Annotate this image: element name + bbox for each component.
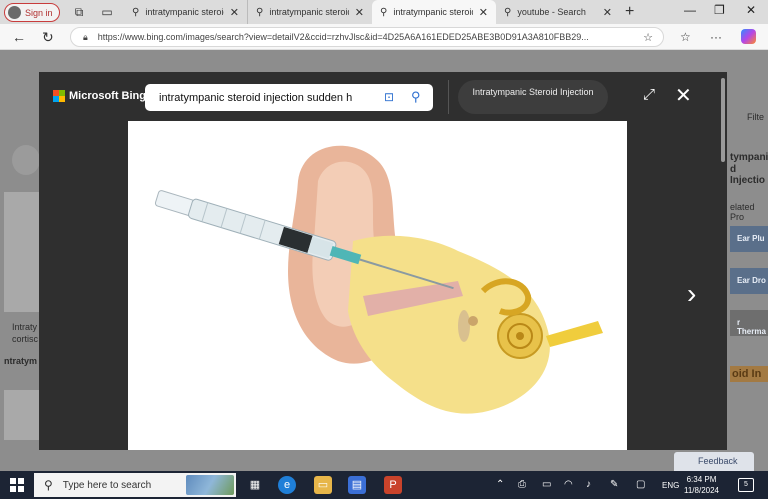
- copilot-icon[interactable]: [741, 29, 756, 44]
- bing-brand[interactable]: Microsoft Bing: [53, 90, 146, 102]
- divider: [448, 80, 449, 114]
- search-icon: ⚲: [44, 478, 53, 492]
- language-indicator[interactable]: ENG: [662, 481, 679, 490]
- lock-icon: 🔒︎: [83, 31, 88, 42]
- taskbar-search-placeholder: Type here to search: [62, 479, 152, 491]
- tab-3-active[interactable]: ⚲ intratympanic steroid ✕: [372, 0, 496, 24]
- image-viewer: Microsoft Bing intratympanic steroid inj…: [39, 72, 727, 450]
- search-icon: ⚲: [256, 6, 264, 18]
- clock-date: 11/8/2024: [684, 486, 719, 495]
- tab-4[interactable]: ⚲ youtube - Search ✕: [496, 0, 620, 24]
- minimize-icon[interactable]: —: [684, 3, 696, 17]
- tab-strip: Sign in ⧉ ▭ ⚲ intratympanic steroid ✕ ⚲ …: [0, 0, 768, 24]
- bg-caption: ntratym: [4, 356, 38, 366]
- new-tab-button[interactable]: +: [625, 3, 634, 21]
- keyboard-icon[interactable]: ▢: [636, 479, 645, 490]
- search-highlight-image: [186, 475, 234, 495]
- tab-2[interactable]: ⚲ intratympanic steroid ✕: [248, 0, 372, 24]
- show-hidden-icons[interactable]: ⌃: [496, 479, 504, 490]
- profile-label: Sign in: [25, 7, 53, 18]
- avatar: [8, 6, 21, 19]
- store-icon[interactable]: ▤: [348, 476, 366, 494]
- related-item[interactable]: Ear Dro: [730, 268, 768, 294]
- restore-icon[interactable]: ❐: [714, 3, 725, 17]
- related-item[interactable]: Ear Plu: [730, 226, 768, 252]
- scrollbar[interactable]: [721, 78, 725, 162]
- next-image-icon[interactable]: ›: [687, 278, 696, 310]
- search-icon: ⚲: [380, 6, 388, 18]
- tab-label: intratympanic steroid: [269, 7, 349, 17]
- clock-time: 6:34 PM: [686, 475, 717, 484]
- profile-button[interactable]: Sign in: [4, 3, 60, 22]
- search-icon: ⚲: [132, 6, 140, 18]
- powerpoint-icon[interactable]: P: [384, 476, 402, 494]
- feedback-button[interactable]: Feedback: [674, 452, 754, 471]
- brand-label: Microsoft Bing: [69, 90, 146, 102]
- bg-caption: cortisc: [12, 334, 39, 344]
- workspaces-icon[interactable]: ⧉: [72, 5, 86, 19]
- related-item[interactable]: r Therma: [730, 310, 768, 336]
- bg-banner: oid In: [730, 366, 768, 382]
- device-icon[interactable]: ⎙: [518, 479, 526, 490]
- taskbar: ⚲ Type here to search ▦ e ▭ ▤ P ⌃ ⎙ ▭ ◠ …: [0, 471, 768, 499]
- clock[interactable]: 6:34 PM 11/8/2024: [684, 474, 719, 496]
- refresh-icon[interactable]: ↻: [42, 29, 54, 46]
- file-explorer-icon[interactable]: ▭: [314, 476, 332, 494]
- bg-thumbnail[interactable]: [4, 192, 40, 312]
- taskbar-search-input[interactable]: ⚲ Type here to search: [34, 473, 236, 497]
- tab-actions-icon[interactable]: ▭: [100, 5, 114, 19]
- address-bar-row: ← ↻ 🔒︎ https://www.bing.com/images/searc…: [0, 24, 768, 50]
- back-icon[interactable]: ←: [12, 29, 26, 45]
- task-view-icon[interactable]: ▦: [246, 476, 264, 494]
- tab-label: intratympanic steroid: [393, 7, 473, 17]
- notification-center-icon[interactable]: 5: [738, 478, 754, 492]
- close-tab-icon[interactable]: ✕: [230, 6, 239, 19]
- image-title-pill[interactable]: Intratympanic Steroid Injection: [458, 80, 608, 114]
- close-tab-icon[interactable]: ✕: [479, 6, 488, 19]
- url-field[interactable]: 🔒︎ https://www.bing.com/images/search?vi…: [70, 27, 664, 47]
- url-text: https://www.bing.com/images/search?view=…: [97, 32, 589, 42]
- more-icon[interactable]: ···: [710, 30, 722, 44]
- battery-icon[interactable]: ▭: [542, 479, 551, 490]
- microsoft-logo-icon: [53, 90, 65, 102]
- bg-caption: Intraty: [12, 322, 38, 332]
- bg-related-heading: elated Pro: [730, 202, 755, 222]
- viewer-header: Microsoft Bing intratympanic steroid inj…: [39, 72, 727, 122]
- close-tab-icon[interactable]: ✕: [603, 6, 612, 19]
- expand-icon[interactable]: ⤢: [643, 86, 655, 103]
- pen-icon[interactable]: ✎: [610, 479, 618, 490]
- bg-thumbnail[interactable]: [4, 390, 40, 440]
- viewer-search-input[interactable]: intratympanic steroid injection sudden h…: [145, 84, 433, 111]
- bg-avatar: [12, 145, 40, 175]
- tab-label: intratympanic steroid: [145, 7, 224, 17]
- close-tab-icon[interactable]: ✕: [355, 6, 364, 19]
- tab-label: youtube - Search: [517, 7, 586, 17]
- bg-title: tympanic: [730, 152, 768, 163]
- visual-search-icon[interactable]: ⊡: [384, 90, 394, 104]
- tab-1[interactable]: ⚲ intratympanic steroid ✕: [124, 0, 248, 24]
- volume-icon[interactable]: ♪: [586, 479, 591, 490]
- windows-start-icon[interactable]: [10, 478, 24, 492]
- main-image: [128, 121, 627, 450]
- close-viewer-icon[interactable]: ✕: [675, 83, 692, 108]
- search-query: intratympanic steroid injection sudden h: [159, 91, 353, 104]
- search-icon: ⚲: [504, 6, 512, 18]
- favorite-star-icon[interactable]: ☆: [643, 31, 653, 44]
- ear-injection-illustration: [154, 145, 603, 414]
- bg-filter[interactable]: Filte: [747, 112, 764, 122]
- edge-icon[interactable]: e: [278, 476, 296, 494]
- favorites-icon[interactable]: ☆: [680, 30, 691, 44]
- wifi-icon[interactable]: ◠: [564, 479, 573, 490]
- window-close-icon[interactable]: ✕: [746, 3, 756, 17]
- search-icon[interactable]: ⚲: [411, 89, 421, 105]
- bg-title: d Injectio: [730, 164, 766, 186]
